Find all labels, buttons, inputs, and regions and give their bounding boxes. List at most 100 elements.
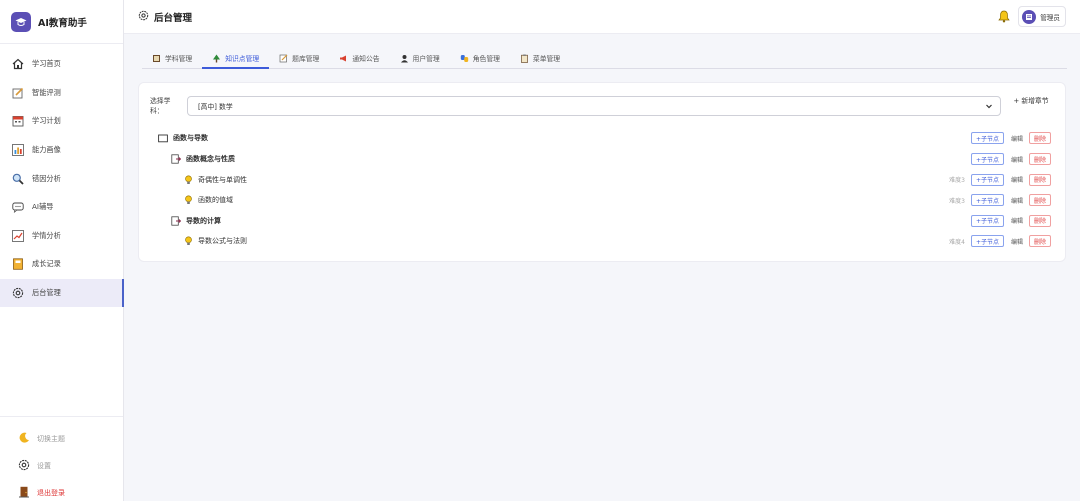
tab-subjects[interactable]: 学科管理 — [142, 48, 202, 68]
tree-row-chapter[interactable]: 函数与导数 +子节点 编辑 删除 — [139, 128, 1067, 148]
sidebar-item-learning-analysis[interactable]: 学情分析 — [0, 222, 123, 251]
node-label: 函数与导数 — [173, 134, 208, 142]
sidebar-item-label: 成长记录 — [32, 259, 61, 269]
user-icon — [400, 54, 409, 63]
add-child-button[interactable]: +子节点 — [970, 173, 1004, 186]
notification-bell-icon[interactable] — [995, 8, 1013, 26]
node-label: 导数的计算 — [186, 216, 221, 225]
tree-row-knowledge-point[interactable]: 函数的值域 难度3 +子节点 编辑 删除 — [139, 190, 1067, 210]
difficulty-label: 难度3 — [949, 197, 965, 205]
row-actions: +子节点 编辑 删除 — [965, 132, 1051, 144]
tab-roles[interactable]: 角色管理 — [450, 48, 510, 68]
row-actions: 难度3 +子节点 编辑 删除 — [949, 173, 1051, 186]
subject-select[interactable]: [高中] 数学 — [187, 96, 1001, 116]
add-child-button[interactable]: +子节点 — [970, 194, 1004, 206]
settings-button[interactable]: 设置 — [0, 452, 123, 479]
delete-button[interactable]: 删除 — [1028, 173, 1051, 186]
sidebar-item-label: 能力画像 — [32, 145, 61, 155]
add-child-button[interactable]: +子节点 — [970, 235, 1004, 247]
brand[interactable]: AI教育助手 — [0, 0, 123, 44]
sidebar-item-label: 后台管理 — [32, 288, 61, 298]
sidebar-item-plan[interactable]: 学习计划 — [0, 107, 123, 136]
tree-row-knowledge-point[interactable]: 导数公式与法则 难度4 +子节点 编辑 删除 — [139, 231, 1067, 251]
tab-users[interactable]: 用户管理 — [390, 48, 450, 68]
document-arrow-icon — [171, 154, 181, 164]
book-icon — [152, 54, 161, 63]
header-actions: 管理员 — [995, 6, 1066, 27]
gear-icon — [18, 459, 30, 473]
node-label: 函数的值域 — [198, 196, 233, 204]
add-child-button[interactable]: +子节点 — [970, 214, 1004, 227]
edit-note-icon — [12, 87, 24, 99]
delete-button[interactable]: 删除 — [1028, 153, 1051, 165]
tree-row-section[interactable]: 导数的计算 +子节点 编辑 删除 — [139, 211, 1067, 231]
tab-label: 角色管理 — [472, 55, 500, 63]
tab-label: 题库管理 — [292, 55, 320, 63]
user-menu[interactable]: 管理员 — [1018, 6, 1066, 27]
tab-knowledge-points[interactable]: 知识点管理 — [202, 48, 270, 69]
selected-subject: [高中] 数学 — [198, 103, 233, 111]
brand-title: AI教育助手 — [38, 17, 87, 29]
sidebar-item-error-analysis[interactable]: 错因分析 — [0, 164, 123, 193]
sidebar-item-growth-record[interactable]: 成长记录 — [0, 250, 123, 279]
admin-tabs: 学科管理 知识点管理 题库管理 通知公告 用户管理 角色管理 菜单管理 — [142, 48, 1067, 69]
edit-button[interactable]: 编辑 — [1011, 196, 1023, 205]
sidebar-item-ai-tutor[interactable]: AI辅导 — [0, 193, 123, 222]
add-child-button[interactable]: +子节点 — [970, 153, 1004, 165]
sidebar-item-home[interactable]: 学习首页 — [0, 50, 123, 79]
calendar-icon — [12, 115, 24, 127]
lightbulb-icon — [184, 236, 193, 246]
node-label: 函数概念与性质 — [186, 155, 235, 163]
sidebar-item-label: 学习首页 — [32, 59, 61, 69]
settings-label: 设置 — [37, 461, 51, 470]
subject-select-label: 选择学科： — [150, 97, 171, 115]
magnifier-icon — [12, 173, 24, 185]
sidebar-item-admin[interactable]: 后台管理 — [0, 278, 124, 308]
tab-question-bank[interactable]: 题库管理 — [269, 48, 329, 68]
new-chapter-button[interactable]: + 新增章节 — [1011, 97, 1051, 106]
sidebar-item-label: 智能评测 — [32, 87, 61, 97]
tab-label: 通知公告 — [352, 55, 380, 63]
sidebar: AI教育助手 学习首页 智能评测 学习计划 能力画像 错因分析 AI辅导 学情分… — [0, 0, 124, 501]
tab-label: 菜单管理 — [532, 55, 561, 63]
sidebar-item-profile[interactable]: 能力画像 — [0, 136, 123, 165]
lightbulb-icon — [184, 174, 193, 185]
sidebar-item-label: 错因分析 — [32, 173, 61, 183]
trend-chart-icon — [12, 229, 24, 242]
memo-icon — [279, 54, 288, 63]
gear-icon — [12, 287, 24, 299]
gear-icon — [138, 10, 149, 23]
add-child-button[interactable]: +子节点 — [970, 132, 1004, 144]
edit-button[interactable]: 编辑 — [1011, 155, 1023, 164]
delete-button[interactable]: 删除 — [1028, 214, 1051, 227]
difficulty-label: 难度4 — [949, 238, 965, 246]
tab-announcements[interactable]: 通知公告 — [329, 48, 389, 68]
edit-button[interactable]: 编辑 — [1011, 134, 1023, 143]
document-arrow-icon — [171, 215, 181, 226]
node-label: 奇偶性与单调性 — [198, 175, 247, 184]
delete-button[interactable]: 删除 — [1028, 235, 1051, 247]
edit-button[interactable]: 编辑 — [1011, 175, 1023, 184]
knowledge-panel: 选择学科： [高中] 数学 + 新增章节 函数与导数 +子节点 编辑 删除 函数… — [138, 82, 1066, 262]
delete-button[interactable]: 删除 — [1028, 194, 1051, 206]
moon-icon — [18, 432, 30, 446]
edit-button[interactable]: 编辑 — [1011, 216, 1023, 225]
node-label: 导数公式与法则 — [198, 237, 247, 245]
tree-row-section[interactable]: 函数概念与性质 +子节点 编辑 删除 — [139, 149, 1067, 169]
theme-toggle-button[interactable]: 切换主题 — [0, 425, 123, 452]
top-header: 后台管理 管理员 — [124, 0, 1080, 34]
logout-button[interactable]: 退出登录 — [0, 479, 123, 501]
tree-row-knowledge-point[interactable]: 奇偶性与单调性 难度3 +子节点 编辑 删除 — [139, 170, 1067, 190]
chat-bubble-icon — [12, 201, 24, 214]
sidebar-item-label: AI辅导 — [32, 202, 54, 212]
sidebar-item-assessment[interactable]: 智能评测 — [0, 79, 123, 108]
logout-label: 退出登录 — [37, 488, 65, 497]
delete-button[interactable]: 删除 — [1028, 132, 1051, 144]
tab-label: 知识点管理 — [225, 55, 260, 63]
tab-menus[interactable]: 菜单管理 — [510, 48, 570, 68]
row-actions: +子节点 编辑 删除 — [965, 153, 1051, 165]
edit-button[interactable]: 编辑 — [1011, 237, 1023, 246]
sidebar-item-label: 学习计划 — [32, 116, 61, 126]
sidebar-item-label: 学情分析 — [32, 230, 61, 240]
user-name: 管理员 — [1040, 13, 1060, 22]
